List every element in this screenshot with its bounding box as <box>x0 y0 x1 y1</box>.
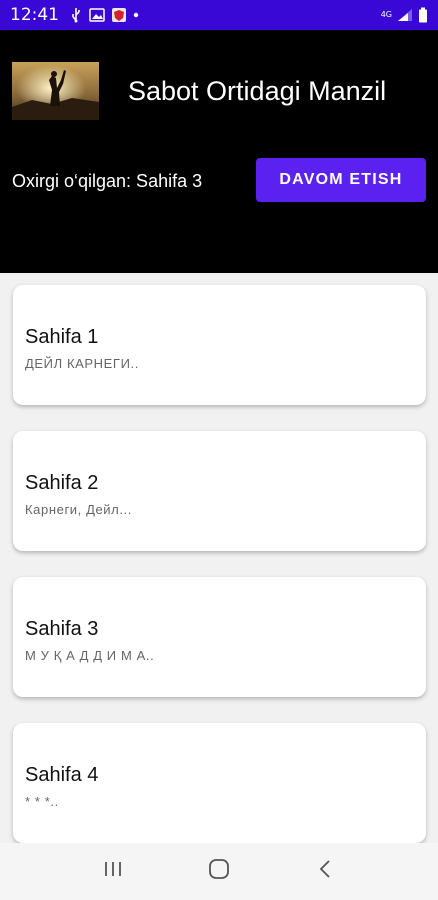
home-button[interactable] <box>199 852 239 892</box>
image-icon <box>89 8 105 22</box>
last-read-label: Oxirgi o‘qilgan: Sahifa 3 <box>12 171 203 191</box>
header: Sabot Ortidagi Manzil Oxirgi o‘qilgan: S… <box>0 30 438 273</box>
book-cover-image <box>12 62 99 120</box>
status-bar: 12:41 4G <box>0 0 438 30</box>
page-list: Sahifa 1 ДЕЙЛ КАРНЕГИ.. Sahifa 2 Карнеги… <box>0 273 438 843</box>
list-item-page-2[interactable]: Sahifa 2 Карнеги, Дейл... <box>13 431 426 551</box>
page-preview: М У Қ А Д Д И М А.. <box>25 648 155 663</box>
signal-icon <box>397 8 413 22</box>
notification-icons <box>69 7 139 23</box>
home-icon <box>208 858 230 885</box>
shield-app-icon <box>111 7 127 23</box>
page-preview: * * *.. <box>25 794 59 809</box>
list-item-page-1[interactable]: Sahifa 1 ДЕЙЛ КАРНЕГИ.. <box>13 285 426 405</box>
system-nav-bar <box>0 843 438 900</box>
list-item-page-4[interactable]: Sahifa 4 * * *.. <box>13 723 426 843</box>
page-preview: Карнеги, Дейл... <box>25 502 132 517</box>
page-title: Sahifa 4 <box>25 764 99 786</box>
app-title: Sabot Ortidagi Manzil <box>128 76 387 106</box>
page-preview: ДЕЙЛ КАРНЕГИ.. <box>25 356 139 371</box>
status-time: 12:41 <box>10 5 59 25</box>
battery-icon <box>418 7 428 23</box>
page-title: Sahifa 2 <box>25 472 99 494</box>
status-right: 4G <box>381 7 428 23</box>
recent-apps-button[interactable] <box>93 852 133 892</box>
back-button[interactable] <box>305 852 345 892</box>
back-icon <box>318 859 332 884</box>
dot-icon <box>133 12 139 18</box>
page-title: Sahifa 3 <box>25 618 99 640</box>
continue-reading-button[interactable]: DAVOM ETISH <box>256 158 426 202</box>
network-label: 4G <box>380 10 392 19</box>
usb-icon <box>69 7 83 23</box>
recent-apps-icon <box>103 860 123 883</box>
page-title: Sahifa 1 <box>25 326 99 348</box>
list-item-page-3[interactable]: Sahifa 3 М У Қ А Д Д И М А.. <box>13 577 426 697</box>
